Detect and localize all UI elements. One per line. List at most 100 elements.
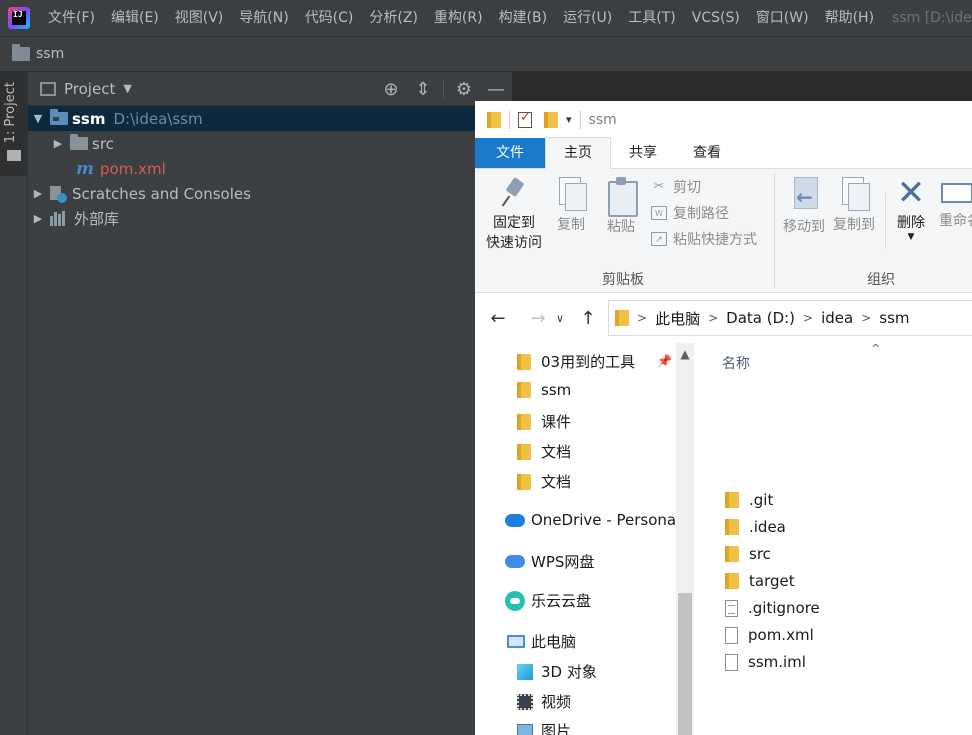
button-label: 重命名 xyxy=(939,213,972,229)
menu-file[interactable]: 文件(F) xyxy=(40,0,103,36)
nav-item-3d-objects[interactable]: 3D 对象 xyxy=(517,661,597,682)
folder-icon xyxy=(725,573,739,589)
scrollbar-thumb[interactable] xyxy=(678,593,692,735)
tree-node-pom[interactable]: m pom.xml xyxy=(28,156,512,181)
chevron-right-icon[interactable]: > xyxy=(637,311,647,325)
folder-icon xyxy=(517,443,531,460)
chevron-right-icon[interactable]: > xyxy=(861,311,871,325)
tree-node-ssm[interactable]: ▼ ssm D:\idea\ssm xyxy=(28,106,512,131)
cut-button[interactable]: ✂ 剪切 xyxy=(651,177,701,197)
new-folder-icon[interactable] xyxy=(544,111,558,128)
tree-node-scratches[interactable]: ▶ Scratches and Consoles xyxy=(28,181,512,206)
recent-locations-icon[interactable]: ∨ xyxy=(553,312,567,325)
nav-pane-scrollbar[interactable]: ▲ xyxy=(676,343,694,735)
copy-icon xyxy=(557,177,587,211)
project-tool-tab[interactable]: 1: Project xyxy=(0,72,27,176)
nav-item-quick-access[interactable]: 课件 xyxy=(517,411,571,432)
back-arrow-icon[interactable]: ← xyxy=(483,308,513,329)
project-panel-header: Project ▼ ⊕ ⇕ ⚙ — xyxy=(28,72,512,106)
nav-item-quick-access[interactable]: ssm xyxy=(517,381,571,399)
file-row[interactable]: src xyxy=(725,542,771,566)
chevron-up-icon[interactable]: ▲ xyxy=(676,345,694,363)
expand-arrow-icon[interactable]: ▶ xyxy=(52,137,64,150)
tree-node-label: 外部库 xyxy=(74,210,120,228)
pin-to-quick-access-button[interactable]: 固定到 快速访问 xyxy=(481,177,547,253)
tree-node-src[interactable]: ▶ src xyxy=(28,131,512,156)
copy-to-button[interactable]: 复制到 xyxy=(829,177,879,235)
crumb-idea[interactable]: idea xyxy=(821,309,853,327)
delete-button[interactable]: ✕ 删除 ▼ xyxy=(891,175,931,242)
nav-item-quick-access[interactable]: 文档 xyxy=(517,441,571,462)
tab-view[interactable]: 查看 xyxy=(675,138,739,168)
tool-window-stripe: 1: Project xyxy=(0,72,28,735)
chevron-right-icon[interactable]: > xyxy=(803,311,813,325)
nav-item-pictures[interactable]: 图片 xyxy=(517,720,571,735)
menu-analyze[interactable]: 分析(Z) xyxy=(361,0,426,36)
menu-navigate[interactable]: 导航(N) xyxy=(231,0,296,36)
forward-arrow-icon[interactable]: → xyxy=(523,308,553,329)
copy-button[interactable]: 复制 xyxy=(553,177,589,235)
file-row[interactable]: pom.xml xyxy=(725,623,814,647)
nav-item-quick-access[interactable]: 文档 xyxy=(517,471,571,492)
file-row[interactable]: .git xyxy=(725,488,773,512)
tab-file[interactable]: 文件 xyxy=(475,138,545,168)
collapse-all-icon[interactable]: ⇕ xyxy=(407,79,439,100)
menu-build[interactable]: 构建(B) xyxy=(491,0,556,36)
chevron-down-icon[interactable]: ▼ xyxy=(123,82,131,95)
scissors-icon: ✂ xyxy=(653,179,665,194)
paste-shortcut-button[interactable]: ↗ 粘贴快捷方式 xyxy=(651,229,757,249)
crumb-this-pc[interactable]: 此电脑 xyxy=(655,308,700,329)
menu-tools[interactable]: 工具(T) xyxy=(620,0,683,36)
nav-item-videos[interactable]: 视频 xyxy=(517,691,571,712)
expand-arrow-icon[interactable]: ▶ xyxy=(32,212,44,225)
crumb-ssm[interactable]: ssm xyxy=(879,309,909,327)
crumb-drive[interactable]: Data (D:) xyxy=(726,309,795,327)
menu-run[interactable]: 运行(U) xyxy=(555,0,620,36)
menu-vcs[interactable]: VCS(S) xyxy=(684,0,748,36)
breadcrumb-ssm[interactable]: ssm xyxy=(36,46,64,62)
tab-home[interactable]: 主页 xyxy=(545,137,611,169)
menu-refactor[interactable]: 重构(R) xyxy=(426,0,491,36)
menu-edit[interactable]: 编辑(E) xyxy=(103,0,167,36)
menu-view[interactable]: 视图(V) xyxy=(167,0,232,36)
nav-item-quick-access[interactable]: 03用到的工具 xyxy=(517,351,635,372)
file-row[interactable]: .gitignore xyxy=(725,596,820,620)
locate-file-icon[interactable]: ⊕ xyxy=(375,79,407,100)
project-view-selector[interactable]: Project xyxy=(64,80,115,98)
expand-arrow-icon[interactable]: ▶ xyxy=(32,187,44,200)
tab-share[interactable]: 共享 xyxy=(611,138,675,168)
column-header-name[interactable]: 名称 xyxy=(722,353,750,373)
hide-panel-icon[interactable]: — xyxy=(480,79,512,100)
nav-item-onedrive[interactable]: OneDrive - Personal xyxy=(505,511,680,529)
properties-icon[interactable] xyxy=(518,110,532,128)
nav-item-this-pc[interactable]: 此电脑 xyxy=(507,631,576,652)
nav-item-wps[interactable]: WPS网盘 xyxy=(505,551,594,572)
menu-code[interactable]: 代码(C) xyxy=(297,0,362,36)
nav-item-label: WPS网盘 xyxy=(531,553,595,571)
expand-arrow-icon[interactable]: ▼ xyxy=(32,112,44,125)
file-icon xyxy=(725,653,738,671)
chevron-right-icon[interactable]: > xyxy=(708,311,718,325)
file-row[interactable]: target xyxy=(725,569,795,593)
file-row[interactable]: ssm.iml xyxy=(725,650,806,674)
folder-icon xyxy=(12,44,30,61)
chevron-down-icon[interactable]: ▼ xyxy=(891,233,931,242)
copy-path-button[interactable]: W 复制路径 xyxy=(651,203,729,223)
move-to-button[interactable]: 移动到 xyxy=(779,177,829,237)
tree-node-path: D:\idea\ssm xyxy=(113,109,203,128)
up-arrow-icon[interactable]: ↑ xyxy=(573,308,603,329)
gear-icon[interactable]: ⚙ xyxy=(448,79,480,100)
folder-icon xyxy=(725,492,739,508)
scratches-icon xyxy=(50,185,67,203)
file-row[interactable]: .idea xyxy=(725,515,786,539)
address-box[interactable]: > 此电脑 > Data (D:) > idea > ssm xyxy=(608,300,972,336)
ide-menubar: IJ 文件(F) 编辑(E) 视图(V) 导航(N) 代码(C) 分析(Z) 重… xyxy=(0,0,972,36)
customize-toolbar-icon[interactable]: ▾ xyxy=(566,113,572,126)
tree-node-external-libraries[interactable]: ▶ 外部库 xyxy=(28,206,512,231)
rename-button[interactable]: 重命名 xyxy=(935,177,972,231)
menu-help[interactable]: 帮助(H) xyxy=(817,0,882,36)
menu-window[interactable]: 窗口(W) xyxy=(748,0,817,36)
nav-item-leyun[interactable]: 乐云云盘 xyxy=(505,590,591,611)
paste-button[interactable]: 粘贴 xyxy=(603,177,639,237)
file-name: .idea xyxy=(749,518,786,536)
